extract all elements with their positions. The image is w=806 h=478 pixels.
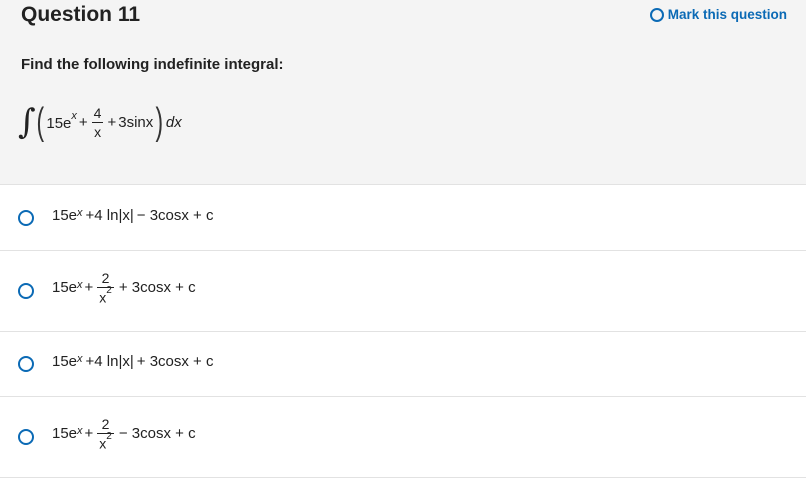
option-3-expression: 15e x +4 ln |x| + 3cosx + c <box>52 352 214 371</box>
integral-sign-icon: ∫ <box>18 102 36 142</box>
mark-question-link[interactable]: Mark this question <box>649 7 787 22</box>
left-paren: ( <box>36 101 44 143</box>
integral-dx: dx <box>165 113 182 131</box>
circle-outline-icon <box>649 7 664 22</box>
integral-term-3: 3sinx <box>118 113 154 131</box>
option-2-expression: 15e x + 2 x2 + 3cosx + c <box>52 270 196 306</box>
answer-option-1[interactable]: 15e x +4 ln |x| − 3cosx + c <box>0 185 806 251</box>
radio-circle-icon[interactable] <box>18 356 34 372</box>
radio-circle-icon[interactable] <box>18 283 34 299</box>
answer-option-2[interactable]: 15e x + 2 x2 + 3cosx + c <box>0 251 806 332</box>
question-header: Question 11 Mark this question Find the … <box>0 0 806 185</box>
integral-plus-2: + <box>107 113 117 131</box>
answer-option-3[interactable]: 15e x +4 ln |x| + 3cosx + c <box>0 332 806 397</box>
option-1-expression: 15e x +4 ln |x| − 3cosx + c <box>52 206 214 225</box>
answer-option-4[interactable]: 15e x + 2 x2 − 3cosx + c <box>0 397 806 478</box>
radio-circle-icon[interactable] <box>18 210 34 226</box>
question-prompt: Find the following indefinite integral: <box>21 56 284 73</box>
integral-plus-1: + <box>78 113 88 131</box>
mark-question-label: Mark this question <box>667 7 787 22</box>
integral-expression: ∫ ( 15ex + 4 x + 3sinx ) dx <box>18 103 182 141</box>
integral-term-1: 15ex <box>46 109 77 132</box>
radio-circle-icon[interactable] <box>18 429 34 445</box>
right-paren: ) <box>155 101 164 143</box>
option-4-expression: 15e x + 2 x2 − 3cosx + c <box>52 416 196 452</box>
integral-fraction: 4 x <box>92 104 104 140</box>
question-title: Question 11 <box>21 3 141 26</box>
